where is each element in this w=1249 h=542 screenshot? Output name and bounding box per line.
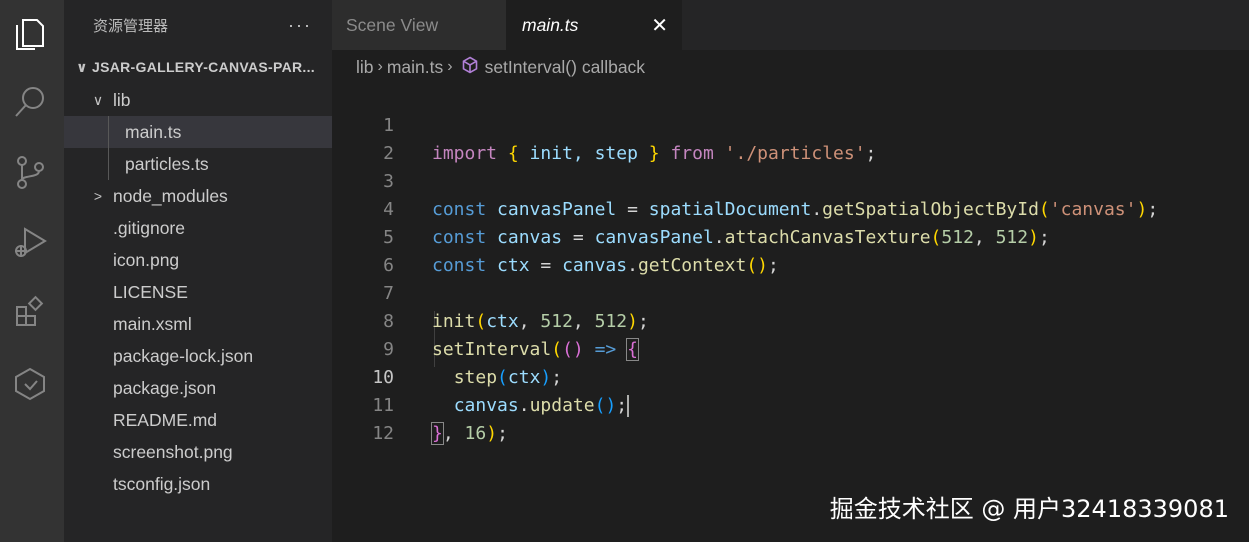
tree-item-label: screenshot.png [113,441,233,462]
explorer-title: 资源管理器 [93,17,169,35]
tree-item-label: LICENSE [113,281,188,302]
watermark: 掘金技术社区 @ 用户32418339081 [829,495,1229,523]
tree-file-gitignore[interactable]: .gitignore [64,212,332,244]
explorer-header: 资源管理器 ··· [64,0,332,50]
breadcrumb-item[interactable]: setInterval() callback [485,57,645,78]
tab-main-ts[interactable]: main.ts ✕ [506,0,682,50]
breadcrumb-item[interactable]: main.ts [387,57,443,78]
tree-item-label: node_modules [113,185,228,206]
chevron-right-icon: › [447,58,453,75]
chevron-right-icon: › [377,58,383,75]
chevron-right-icon: > [93,188,103,204]
code-line-current: 10 canvas.update(); [332,336,1249,417]
breadcrumb-item[interactable]: lib [356,57,374,78]
tree-item-label: main.xsml [113,313,192,334]
chevron-down-icon: ∨ [92,91,104,108]
tree-item-label: README.md [113,409,218,430]
source-control-icon[interactable] [10,152,50,192]
run-debug-icon[interactable] [10,222,50,262]
tree-item-label: particles.ts [125,153,209,174]
indent-guide [108,148,109,180]
tree-item-label: main.ts [125,121,182,142]
tree-item-label: package-lock.json [113,345,254,366]
tree-item-label: tsconfig.json [113,473,211,494]
code-line: 1 import { init, step } from './particle… [332,84,1249,164]
code-line: 12 [332,392,1249,444]
tree-item-label: package.json [113,377,217,398]
code-line: 5 const ctx = canvas.getContext(); [332,196,1249,276]
code-text: }, 16); [431,422,508,445]
code-line: 7 init(ctx, 512, 512); [332,252,1249,332]
code-line: 3 const canvasPanel = spatialDocument.ge… [332,140,1249,220]
activity-bar [0,0,64,542]
tree-file-license[interactable]: LICENSE [64,276,332,308]
tree-file-tsconfig-json[interactable]: tsconfig.json [64,468,332,500]
indent-guide [108,116,109,148]
code-line: 11 }, 16); [332,364,1249,445]
tree-item-label: .gitignore [113,217,185,238]
tree-file-particles-ts[interactable]: particles.ts [64,148,332,180]
code-line: 4 const canvas = canvasPanel.attachCanva… [332,168,1249,248]
tree-file-package-json[interactable]: package.json [64,372,332,404]
workspace-root-label: JSAR-GALLERY-CANVAS-PAR... [92,59,315,75]
tree-file-package-lock-json[interactable]: package-lock.json [64,340,332,372]
tree-file-main-xsml[interactable]: main.xsml [64,308,332,340]
tree-item-label: icon.png [113,249,180,270]
line-number: 12 [372,423,394,444]
tree-file-icon-png[interactable]: icon.png [64,244,332,276]
tab-label: main.ts [522,14,579,35]
tree-folder-node-modules[interactable]: > node_modules [64,180,332,212]
tab-scene-view[interactable]: Scene View [332,0,506,50]
extension-panel-icon[interactable] [10,364,50,404]
tree-file-screenshot-png[interactable]: screenshot.png [64,436,332,468]
code-editor[interactable]: 1 import { init, step } from './particle… [332,84,1249,542]
tree-item-label: lib [113,89,131,110]
editor-tab-bar: Scene View main.ts ✕ [332,0,1249,50]
extensions-icon[interactable] [10,292,50,332]
tree-folder-lib[interactable]: ∨ lib [64,84,332,116]
close-icon[interactable]: ✕ [651,13,668,38]
code-line: 6 [332,224,1249,276]
explorer-sidebar: 资源管理器 ··· ∨ JSAR-GALLERY-CANVAS-PAR... ∨… [64,0,332,542]
search-icon[interactable] [10,82,50,122]
code-line: 9 step(ctx); [332,308,1249,388]
tab-label: Scene View [346,14,439,35]
tree-file-readme[interactable]: README.md [64,404,332,436]
workspace-root-folder[interactable]: ∨ JSAR-GALLERY-CANVAS-PAR... [64,50,332,84]
chevron-down-icon: ∨ [76,58,88,75]
tree-file-main-ts[interactable]: main.ts [64,116,332,148]
more-actions-icon[interactable]: ··· [288,15,312,36]
code-line: 2 [332,112,1249,164]
breadcrumb: lib › main.ts › setInterval() callback [332,50,1249,84]
explorer-icon[interactable] [10,12,50,52]
code-line: 8 setInterval(() => { [332,280,1249,361]
symbol-method-icon [461,56,479,79]
